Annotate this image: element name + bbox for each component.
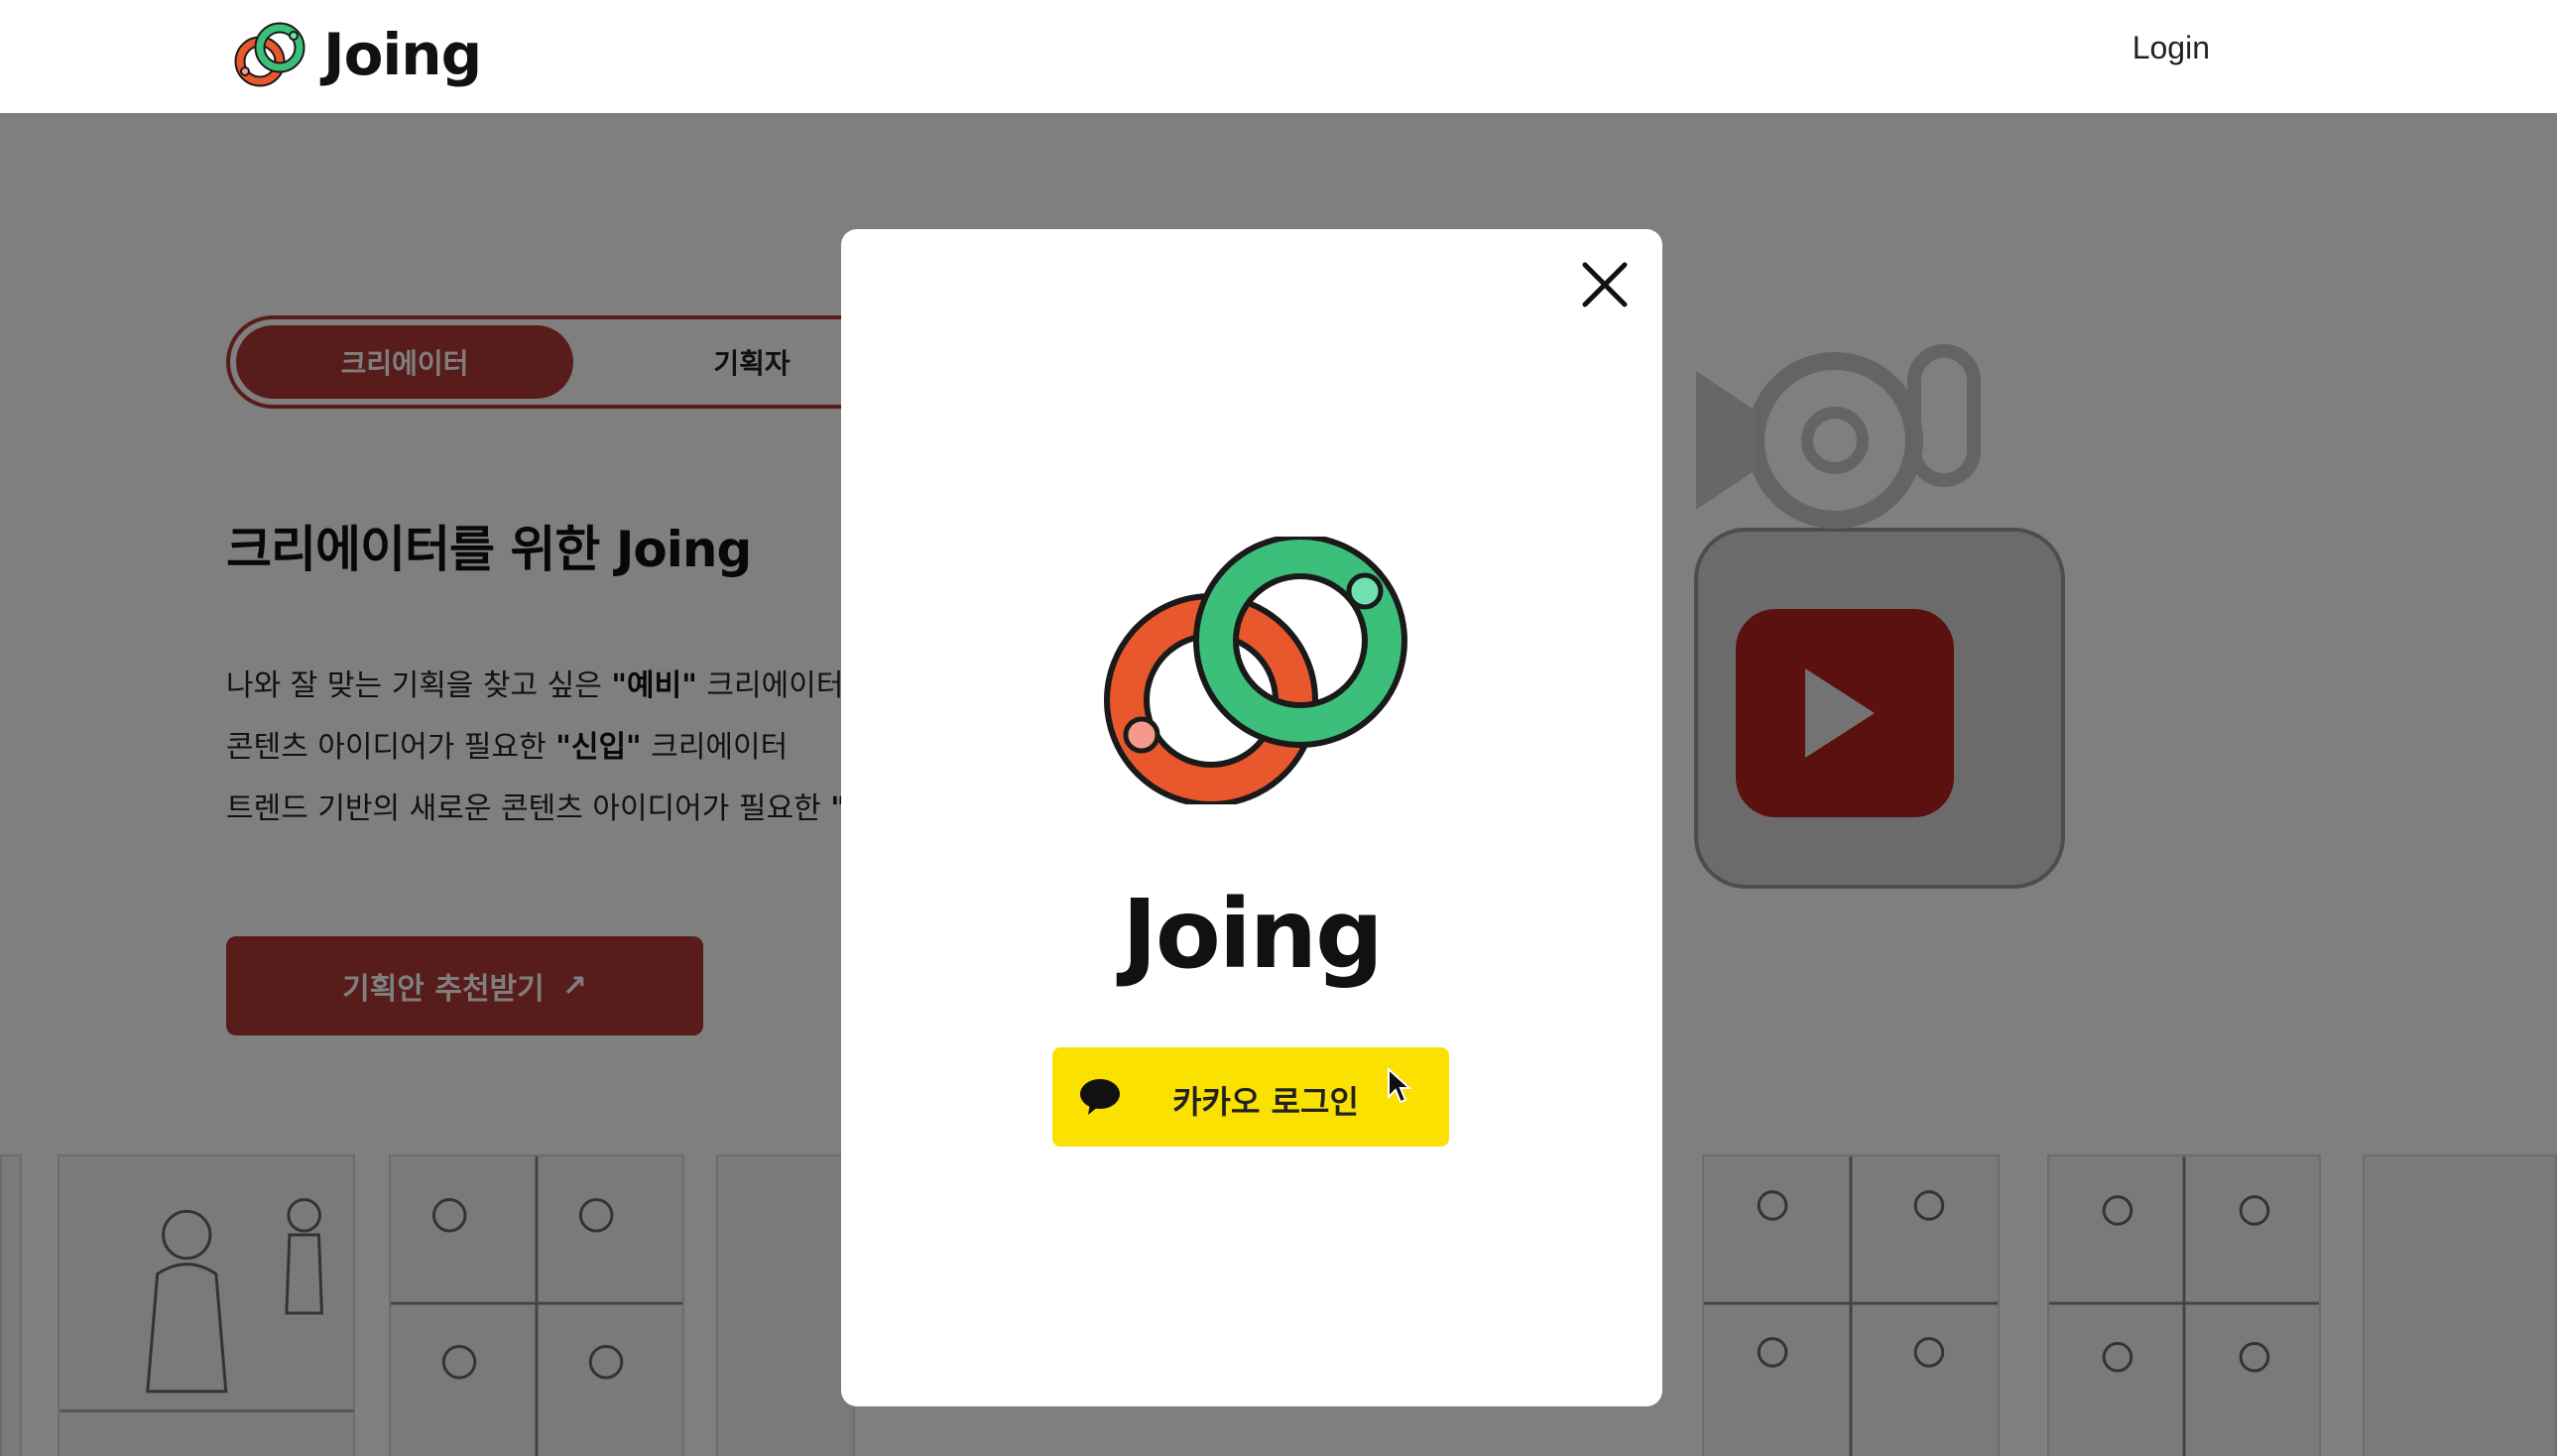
modal-brand-name: Joing <box>1122 879 1384 990</box>
joing-logo-icon <box>1104 537 1407 804</box>
brand-name: Joing <box>323 21 482 88</box>
mouse-pointer-icon <box>1388 1067 1412 1104</box>
top-header: Joing Login <box>0 0 2557 114</box>
login-link[interactable]: Login <box>2132 30 2210 66</box>
joing-logo-icon <box>234 22 305 87</box>
brand[interactable]: Joing <box>230 20 482 89</box>
close-icon[interactable] <box>1577 257 1633 312</box>
login-modal: Joing 카카오 로그인 <box>841 229 1662 1406</box>
